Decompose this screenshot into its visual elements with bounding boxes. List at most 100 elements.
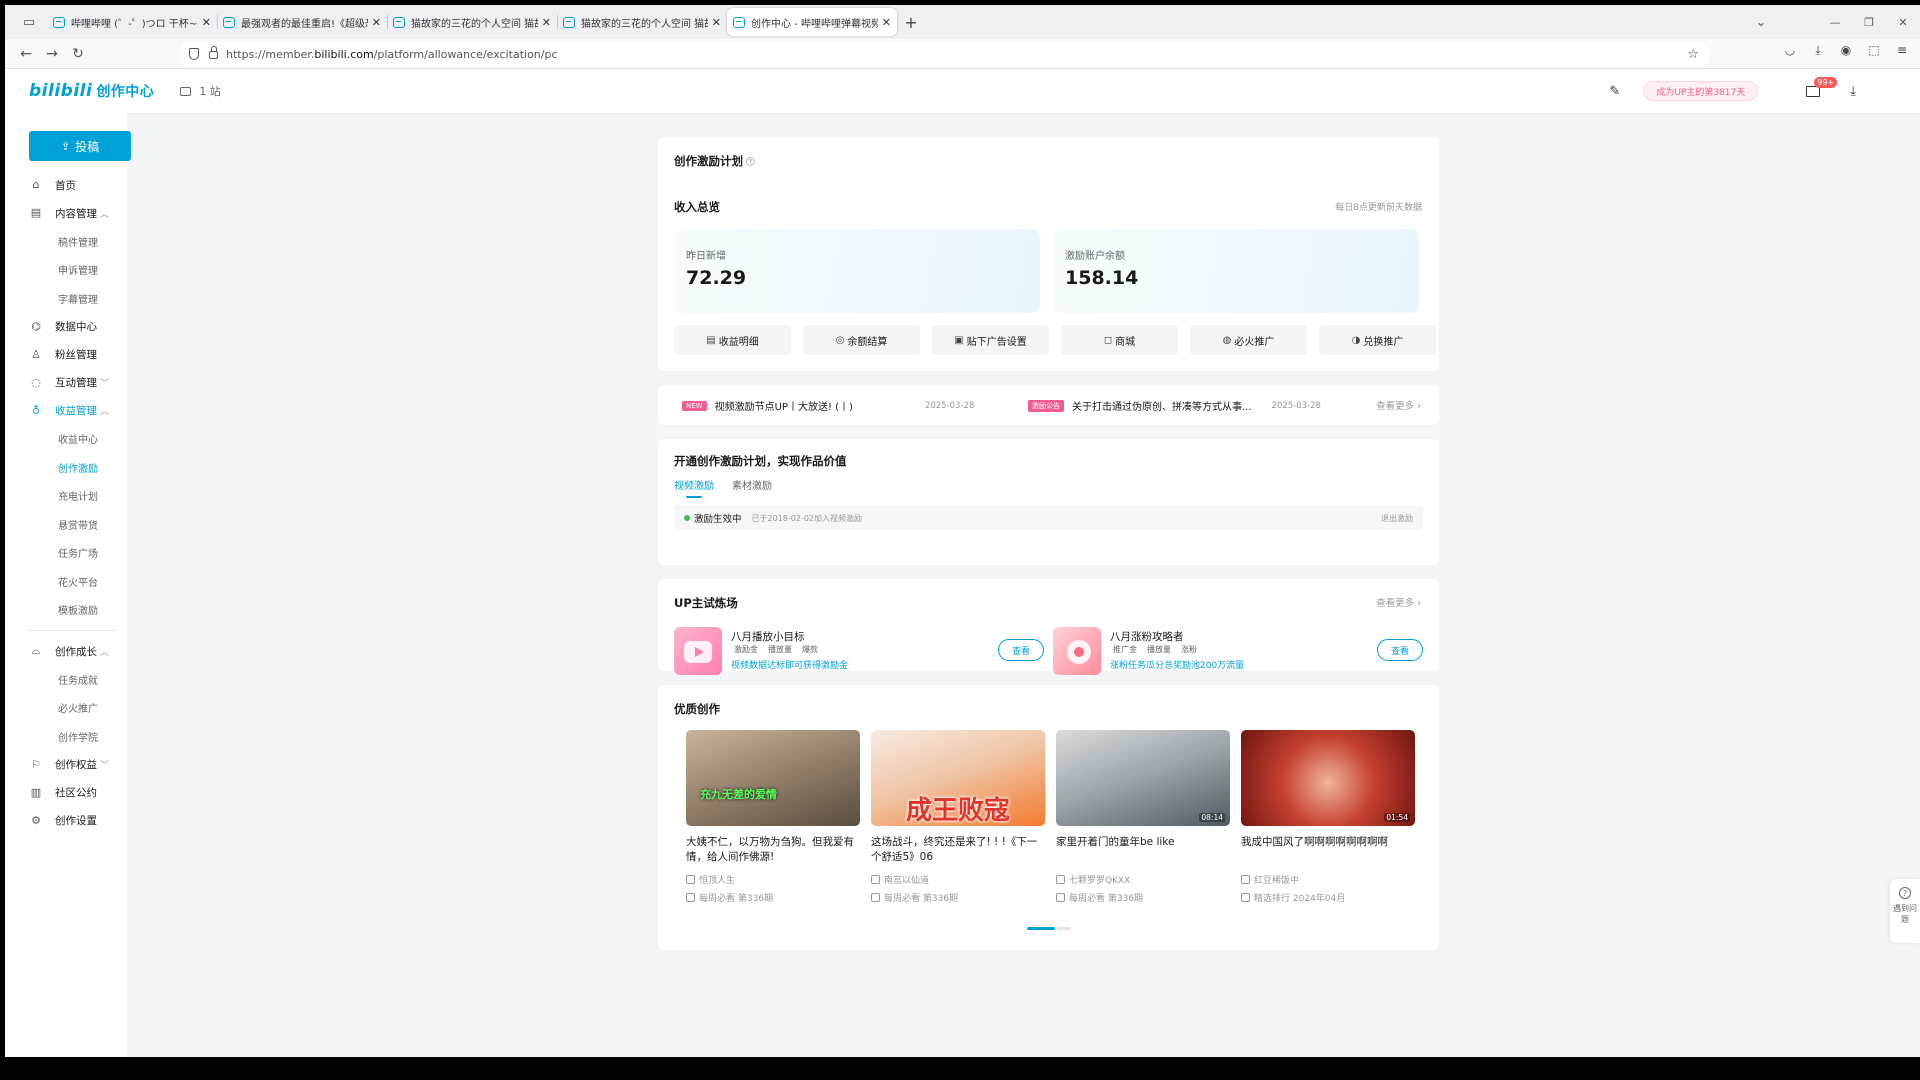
video-thumbnail[interactable]: 充九无差的爱情	[686, 730, 860, 826]
sidebar-item-label: 创作设置	[55, 815, 97, 827]
video-list: 充九无差的爱情 大姨不仁，以万物为刍狗。但我爱有情，给人间作佛源! 恒顶人生 每…	[686, 730, 1415, 904]
account-icon[interactable]: ◉	[1834, 43, 1858, 58]
browser-tab-active[interactable]: 创作中心 - 哔哩哔哩弹幕视频网 ✕	[727, 8, 897, 36]
address-bar[interactable]: https://member. bilibili.com/platform/all…	[181, 43, 1709, 65]
sidebar-subitem[interactable]: 必火推广	[5, 694, 127, 723]
chevron-up-icon: ︿	[99, 407, 109, 417]
plan-title-text: 创作激励计划	[674, 154, 743, 168]
extensions-icon[interactable]: ⬚	[1862, 43, 1886, 58]
sidebar-subitem[interactable]: 模板激励	[5, 596, 127, 625]
browser-tab[interactable]: 最强观者的最佳重启!《超级恐 ✕	[217, 8, 387, 36]
video-author: 恒顶人生	[686, 873, 860, 886]
up-days-pill[interactable]: 成为UP主的第3817天	[1643, 81, 1759, 101]
sidebar-subitem[interactable]: 充电计划	[5, 482, 127, 511]
task-view-button[interactable]: 查看	[1377, 639, 1423, 661]
tab-material-incentive[interactable]: 素材激励	[732, 477, 772, 492]
video-card[interactable]: 01:54 我成中国风了啊啊啊啊啊啊啊啊 红豆稀饭中 精选排行 2024年04月	[1241, 730, 1415, 904]
lock-icon[interactable]	[209, 46, 218, 59]
bilibili-logo[interactable]: bilibili 创作中心	[29, 81, 154, 101]
author-name[interactable]: 七颗罗罗QKXX	[1069, 873, 1130, 886]
browser-tab[interactable]: 猫故家的三花的个人空间 猫故 ✕	[387, 8, 557, 36]
mall-button[interactable]: ◻ 商城	[1061, 325, 1178, 355]
chevron-down-icon[interactable]: ⌄	[1744, 15, 1778, 29]
restore-icon[interactable]: ❐	[1852, 16, 1886, 29]
close-icon[interactable]: ✕	[542, 16, 551, 29]
menu-icon[interactable]: ≡	[1890, 43, 1914, 58]
chevron-down-icon: ﹀	[99, 379, 109, 389]
sidebar-subitem[interactable]: 创作学院	[5, 722, 127, 751]
sidebar-item-home[interactable]: ⌂ 首页	[5, 171, 127, 199]
tab-list-icon[interactable]: ▭	[17, 10, 41, 34]
bookmark-star-icon[interactable]: ☆	[1687, 47, 1699, 62]
quit-incentive-link[interactable]: 退出激励	[1381, 513, 1413, 524]
post-button[interactable]: ⇪ 投稿	[29, 131, 131, 161]
sidebar-item-label: 创作成长	[55, 645, 97, 658]
video-card[interactable]: 08:14 家里开着门的童年be like 七颗罗罗QKXX 每周必看 第336…	[1056, 730, 1230, 904]
floating-help-button[interactable]: ? 遇到问题	[1890, 879, 1920, 943]
announcement-item[interactable]: NEW 视频激励节点UP丨大放送! (丨) 2025-03-28	[682, 398, 974, 413]
sidebar-subitem[interactable]: 花火平台	[5, 567, 127, 596]
sidebar-subitem[interactable]: 申诉管理	[5, 256, 127, 285]
author-name[interactable]: 恒顶人生	[699, 873, 735, 886]
close-icon[interactable]: ✕	[202, 16, 211, 29]
close-window-icon[interactable]: ✕	[1886, 16, 1920, 29]
reload-icon[interactable]: ↻	[65, 46, 91, 62]
carousel-dot-active[interactable]	[1026, 927, 1055, 930]
sidebar-subitem[interactable]: 任务成就	[5, 665, 127, 694]
sidebar-item-settings[interactable]: ⚙ 创作设置	[5, 807, 127, 835]
sidebar-item-interaction[interactable]: ◌ 互动管理 ﹀	[5, 369, 127, 397]
close-icon[interactable]: ✕	[372, 16, 381, 29]
video-card[interactable]: 成王败寇 这场战斗，终究还是来了! ! !《下一个舒适5》06 南宫以仙道 每周…	[871, 730, 1045, 904]
download-icon[interactable]: ⤓	[1806, 43, 1830, 58]
task-view-button[interactable]: 查看	[998, 639, 1044, 661]
sidebar-item-growth[interactable]: ⌓ 创作成长 ︿	[5, 637, 127, 665]
author-name[interactable]: 南宫以仙道	[884, 873, 929, 886]
video-thumbnail[interactable]: 01:54	[1241, 730, 1415, 826]
sidebar-subitem[interactable]: 悬赏带货	[5, 510, 127, 539]
forward-arrow-icon[interactable]: →	[39, 46, 65, 62]
close-icon[interactable]: ✕	[882, 16, 891, 29]
ad-settings-button[interactable]: ▣ 贴下广告设置	[932, 325, 1049, 355]
promote-button[interactable]: ◍ 必火推广	[1190, 325, 1307, 355]
browser-tab[interactable]: 猫故家的三花的个人空间 猫故 ✕	[557, 8, 727, 36]
close-icon[interactable]: ✕	[712, 16, 721, 29]
sidebar-item-rights[interactable]: ⚐ 创作权益 ﹀	[5, 751, 127, 779]
graduation-cap-icon: ⌓	[31, 644, 41, 657]
video-card[interactable]: 充九无差的爱情 大姨不仁，以万物为刍狗。但我爱有情，给人间作佛源! 恒顶人生 每…	[686, 730, 860, 904]
sidebar-item-content[interactable]: ▤ 内容管理 ︿	[5, 199, 127, 227]
sidebar-subitem[interactable]: 收益中心	[5, 425, 127, 454]
sidebar-item-fans[interactable]: ♙ 粉丝管理	[5, 341, 127, 369]
sidebar-subitem[interactable]: 任务广场	[5, 539, 127, 568]
carousel-dot[interactable]	[1056, 927, 1071, 930]
sidebar-item-convention[interactable]: ▥ 社区公约	[5, 779, 127, 807]
sidebar-item-label: 粉丝管理	[55, 349, 97, 361]
tv-icon	[180, 86, 192, 96]
sidebar-item-income[interactable]: ♁ 收益管理 ︿	[5, 397, 127, 425]
help-circle-icon[interactable]: ?	[746, 157, 755, 166]
pocket-icon[interactable]: ◡	[1778, 43, 1802, 58]
income-detail-button[interactable]: ▤ 收益明细	[674, 325, 791, 355]
new-tab-button[interactable]: +	[897, 8, 925, 36]
author-name[interactable]: 红豆稀饭中	[1254, 873, 1299, 886]
announcement-more-link[interactable]: 查看更多 ›	[1376, 398, 1421, 412]
video-thumbnail[interactable]: 08:14	[1056, 730, 1230, 826]
back-arrow-icon[interactable]: ←	[13, 46, 39, 62]
download-icon[interactable]: ⤓	[1850, 84, 1856, 99]
sidebar-subitem[interactable]: 稿件管理	[5, 227, 127, 256]
sidebar-item-data[interactable]: ⌬ 数据中心	[5, 313, 127, 341]
messages-button[interactable]: 99+	[1806, 76, 1838, 97]
trial-more-link[interactable]: 查看更多 ›	[1376, 595, 1421, 609]
minimize-icon[interactable]: —	[1818, 16, 1852, 29]
announcement-item[interactable]: 激励公告 关于打击通过伪原创、拼凑等方式从事... 2025-03-28	[1028, 398, 1321, 413]
balance-settle-button[interactable]: ◎ 余额结算	[803, 325, 920, 355]
exchange-promote-button[interactable]: ◑ 兑换推广	[1319, 325, 1436, 355]
video-thumbnail[interactable]: 成王败寇	[871, 730, 1045, 826]
browser-tab[interactable]: 哔哩哔哩 (゜-゜)つロ 干杯~-bil ✕	[47, 8, 217, 36]
tab-video-incentive[interactable]: 视频激励	[674, 477, 714, 498]
sidebar-subitem-active[interactable]: 创作激励	[5, 453, 127, 482]
brush-icon[interactable]: ✎	[1609, 84, 1623, 99]
shield-icon[interactable]	[189, 48, 199, 60]
join-plan-card: 开通创作激励计划，实现作品价值 视频激励 素材激励 激励生效中 已于2018-0…	[658, 439, 1439, 565]
sidebar-subitem[interactable]: 字幕管理	[5, 284, 127, 313]
station-switch[interactable]: 1 站	[180, 83, 221, 99]
